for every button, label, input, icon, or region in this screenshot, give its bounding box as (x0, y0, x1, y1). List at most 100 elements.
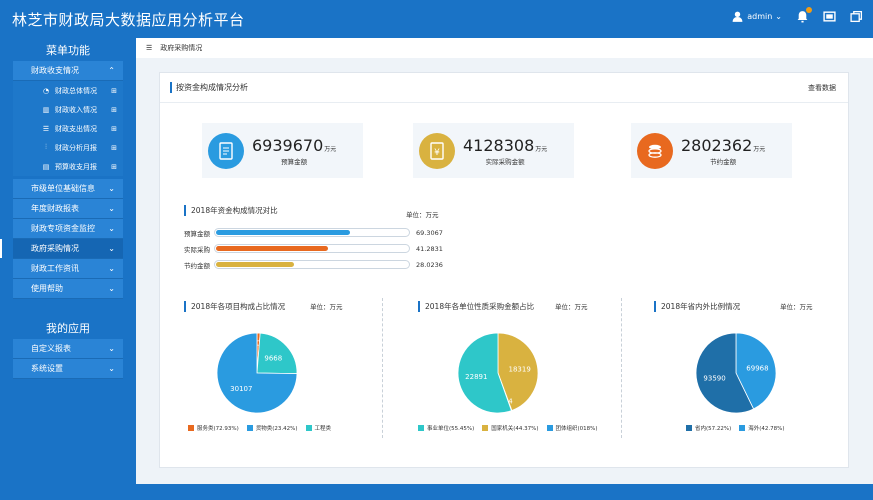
sidebar-item-funds[interactable]: 财政专项资金监控 ⌄ (13, 219, 123, 239)
slice-label: 22891 (465, 373, 487, 381)
legend-item: 团体组织(018%) (546, 424, 598, 432)
sidebar-item-label: 自定义报表 (31, 344, 71, 353)
legend-swatch (482, 425, 489, 431)
bar-value: 69.3067 (416, 228, 443, 237)
chevron-up-icon: ⌃ (108, 66, 115, 75)
sidebar-item-label: 市级单位基础信息 (31, 184, 95, 193)
kpi-label: 预算金额 (281, 157, 308, 166)
sidebar-item-finance[interactable]: 财政收支情况 ⌃ (13, 61, 123, 81)
sidebar-header-menu: 菜单功能 (46, 44, 90, 57)
card-header: 按资金构成情况分析 查看数据 (160, 73, 848, 103)
submenu-item-budget[interactable]: ▤ 预算收支月报 ⊞ (13, 157, 123, 176)
sidebar-item-label: 使用帮助 (31, 284, 63, 293)
sidebar-item-label: 财政工作资讯 (31, 264, 79, 273)
sidebar-item-label: 财政收支情况 (31, 66, 79, 75)
chart2-unit: 单位：万元 (555, 303, 588, 311)
footer-strip (136, 484, 873, 500)
submenu-item-monthly[interactable]: ⫶ 财政分析月报 ⊞ (13, 138, 123, 157)
legend-label: 团体组织(018%) (555, 426, 598, 432)
chevron-down-icon: ⌄ (108, 184, 115, 193)
submenu-item-expense[interactable]: ☰ 财政支出情况 ⊞ (13, 119, 123, 138)
plus-box-icon: ⊞ (111, 124, 117, 133)
chart3-unit: 单位：万元 (780, 303, 813, 311)
bar-value: 28.0236 (416, 260, 443, 269)
kpi-unit: 万元 (753, 145, 766, 153)
sidebar-item-label: 财政专项资金监控 (31, 224, 95, 233)
sidebar-item-procurement[interactable]: 政府采购情况 ⌄ (0, 239, 123, 259)
top-actions: admin ⌄ (731, 7, 863, 23)
submenu-label: 预算收支月报 (55, 162, 97, 171)
legend-item: 货物类(23.42%) (246, 424, 298, 432)
window-icon[interactable] (850, 10, 863, 23)
plus-box-icon: ⊞ (111, 143, 117, 152)
menu-toggle-icon[interactable]: ☰ (146, 44, 152, 52)
list-icon: ☰ (42, 124, 50, 133)
bell-icon[interactable] (796, 7, 812, 23)
bar-value: 41.2831 (416, 244, 443, 253)
chevron-down-icon: ⌄ (108, 204, 115, 213)
kpi-label: 实际采购金额 (485, 157, 525, 166)
legend-item: 工程类 (305, 424, 332, 432)
legend-regions: 省内(57.22%) 海外(42.78%) (686, 424, 785, 432)
pie-icon: ◔ (42, 86, 50, 95)
legend-projects: 服务类(72.93%) 货物类(23.42%) 工程类 (188, 424, 331, 432)
sidebar-item-reports[interactable]: 年度财政报表 ⌄ (13, 199, 123, 219)
bar-fill (216, 262, 294, 267)
screen-icon[interactable] (823, 10, 836, 23)
legend-item: 省内(57.22%) (686, 424, 731, 432)
legend-label: 工程类 (314, 426, 332, 432)
slice-label: 93590 (703, 374, 725, 382)
submenu-item-overview[interactable]: ◔ 财政总体情况 ⊞ (13, 81, 123, 100)
sidebar-item-news[interactable]: 财政工作资讯 ⌄ (13, 259, 123, 279)
kpi-budget: 6939670万元 预算金额 (202, 123, 363, 178)
bar-chart-icon: ▥ (42, 105, 50, 114)
legend-label: 省内(57.22%) (695, 426, 732, 432)
legend-label: 服务类(72.93%) (197, 426, 239, 432)
chevron-down-icon: ⌄ (108, 364, 115, 373)
chevron-down-icon: ⌄ (108, 264, 115, 273)
kpi-saved: 2802362万元 节约金额 (631, 123, 792, 178)
legend-swatch (418, 425, 424, 431)
slice-label: 30107 (230, 385, 252, 393)
bar-row-saved: 节约金额 28.0236 (184, 259, 443, 270)
legend-label: 海外(42.78%) (748, 426, 785, 432)
plus-box-icon: ⊞ (111, 162, 117, 171)
sidebar-item-settings[interactable]: 系统设置 ⌄ (13, 359, 123, 379)
app-title: 林芝市财政局大数据应用分析平台 (12, 11, 245, 29)
submenu-label: 财政收入情况 (55, 105, 97, 114)
slice-label: 69968 (746, 365, 768, 373)
legend-swatch (305, 425, 312, 431)
legend-item: 国家机关(44.37%) (482, 424, 539, 432)
submenu-label: 财政分析月报 (55, 143, 97, 152)
sidebar-item-custom-report[interactable]: 自定义报表 ⌄ (13, 339, 123, 359)
legend-swatch (546, 425, 553, 431)
kpi-value: 4128308 (463, 135, 535, 155)
legend-label: 货物类(23.42%) (255, 426, 298, 432)
bar-label: 节约金额 (184, 261, 210, 270)
sidebar-item-label: 系统设置 (31, 364, 63, 373)
legend-item: 海外(42.78%) (739, 424, 785, 432)
legend-swatch (188, 425, 194, 431)
sidebar-item-help[interactable]: 使用帮助 ⌄ (13, 279, 123, 299)
legend-swatch (246, 425, 253, 431)
legend-item: 事业单位(55.45%) (418, 424, 474, 432)
pie-chart-regions: 69968 93590 (695, 332, 777, 414)
chevron-down-icon: ⌄ (108, 224, 115, 233)
top-bar: 林芝市财政局大数据应用分析平台 admin ⌄ (0, 0, 873, 38)
notification-dot (806, 7, 812, 13)
bars-unit: 单位：万元 (406, 211, 439, 219)
user-icon (732, 11, 743, 22)
user-menu[interactable]: admin ⌄ (731, 10, 782, 23)
submenu-item-income[interactable]: ▥ 财政收入情况 ⊞ (13, 100, 123, 119)
chart3-title: 2018年省内外比例情况 (654, 301, 740, 312)
view-data-link[interactable]: 查看数据 (808, 83, 836, 93)
chevron-down-icon: ⌄ (775, 12, 782, 21)
svg-text:¥: ¥ (434, 148, 440, 158)
chevron-down-icon: ⌄ (108, 244, 115, 253)
sidebar-item-units[interactable]: 市级单位基础信息 ⌄ (13, 179, 123, 199)
bar-row-actual: 实际采购 41.2831 (184, 243, 443, 254)
bar-label: 实际采购 (184, 245, 210, 254)
breadcrumb-label: 政府采购情况 (160, 44, 203, 52)
legend-units: 事业单位(55.45%) 国家机关(44.37%) 团体组织(018%) (418, 424, 598, 432)
chevron-down-icon: ⌄ (108, 284, 115, 293)
